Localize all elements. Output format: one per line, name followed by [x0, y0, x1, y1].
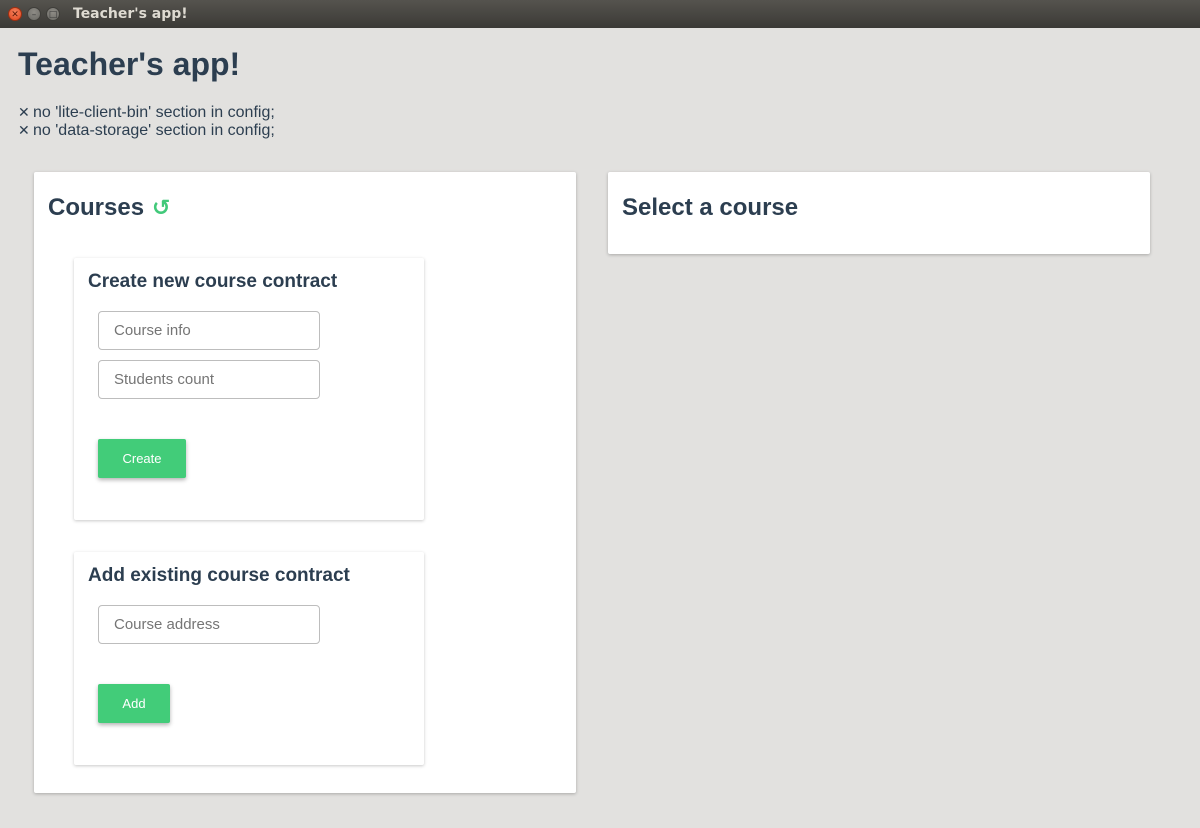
window-titlebar: ✕ – □ Teacher's app!: [0, 0, 1200, 28]
window-title: Teacher's app!: [73, 6, 188, 22]
error-message: no 'lite-client-bin' section in config;: [33, 104, 275, 121]
add-course-card: Add existing course contract Add: [74, 552, 424, 765]
error-item: ✕ no 'lite-client-bin' section in config…: [18, 104, 275, 122]
course-details-panel: Select a course: [608, 172, 1150, 254]
error-list: ✕ no 'lite-client-bin' section in config…: [18, 104, 275, 140]
courses-heading: Courses ↺: [48, 194, 170, 222]
course-info-input[interactable]: [98, 311, 320, 350]
refresh-icon[interactable]: ↺: [152, 196, 170, 221]
error-message: no 'data-storage' section in config;: [33, 122, 275, 139]
window-maximize-icon[interactable]: □: [46, 7, 60, 21]
error-item: ✕ no 'data-storage' section in config;: [18, 122, 275, 140]
create-button[interactable]: Create: [98, 439, 186, 478]
students-count-input[interactable]: [98, 360, 320, 399]
error-x-icon: ✕: [18, 105, 30, 121]
select-course-heading: Select a course: [622, 194, 799, 221]
window-close-icon[interactable]: ✕: [8, 7, 22, 21]
create-course-card: Create new course contract Create: [74, 258, 424, 520]
window-minimize-icon[interactable]: –: [27, 7, 41, 21]
error-x-icon: ✕: [18, 123, 30, 139]
courses-panel: Courses ↺ Create new course contract Cre…: [34, 172, 576, 793]
add-course-heading: Add existing course contract: [88, 565, 350, 586]
add-button[interactable]: Add: [98, 684, 170, 723]
page-title: Teacher's app!: [18, 46, 241, 82]
courses-heading-label: Courses: [48, 194, 145, 221]
create-course-heading: Create new course contract: [88, 271, 338, 292]
course-address-input[interactable]: [98, 605, 320, 644]
